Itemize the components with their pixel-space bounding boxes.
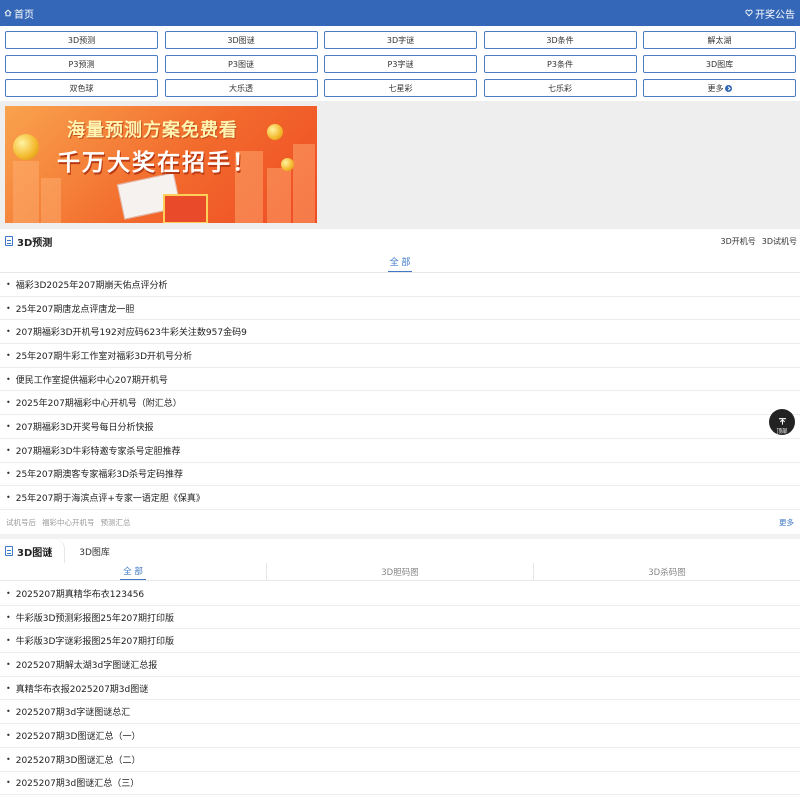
nav-3d-gallery-button[interactable]: 3D图库 — [643, 55, 796, 73]
subtab-all[interactable]: 全 部 — [120, 563, 146, 580]
nav-seven-star-button[interactable]: 七星彩 — [324, 79, 477, 97]
tab-3d-picture-puzzle[interactable]: 3D图谜 — [0, 539, 66, 563]
nav-seven-happy-button[interactable]: 七乐彩 — [483, 79, 637, 97]
nav-taihu-button[interactable]: 解太湖 — [643, 31, 796, 49]
document-icon — [5, 236, 13, 246]
header-links: 3D开机号 3D试机号 — [721, 236, 798, 247]
picture-puzzle-section-header: 3D图谜 3D图库 — [0, 539, 800, 563]
list-item[interactable]: 2025207期3D图谜汇总（二） — [0, 748, 800, 772]
document-icon — [5, 546, 13, 556]
more-link[interactable]: 更多 — [779, 517, 794, 528]
nav-3d-word-puzzle-button[interactable]: 3D字谜 — [324, 31, 477, 49]
list-item[interactable]: 便民工作室提供福彩中心207期开机号 — [0, 368, 800, 392]
arrow-right-circle-icon — [724, 84, 732, 92]
banner-area: 海量预测方案免费看 千万大奖在招手！ — [0, 101, 800, 229]
list-item[interactable]: 2025207期3d字谜图谜总汇 — [0, 700, 800, 725]
nav-more-button[interactable]: 更多 — [643, 79, 796, 97]
list-item[interactable]: 207期福彩3D开奖号每日分析快报 — [0, 415, 800, 439]
list-item[interactable]: 2025207期3d图谜汇总（三） — [0, 772, 800, 796]
picture-puzzle-subtabs: 全 部 3D胆码图 3D杀码图 — [0, 563, 800, 581]
list-item[interactable]: 25年207期澳客专家福彩3D杀号定码推荐 — [0, 463, 800, 487]
subtab-3d-gallbladder-code-chart[interactable]: 3D胆码图 — [378, 563, 421, 580]
promo-banner[interactable]: 海量预测方案免费看 千万大奖在招手！ — [5, 106, 317, 223]
subtab-3d-kill-code-chart[interactable]: 3D杀码图 — [645, 563, 688, 580]
building-shape — [41, 178, 61, 223]
list-item[interactable]: 2025年207期福彩中心开机号（附汇总） — [0, 391, 800, 416]
banner-slogan: 千万大奖在招手！ — [57, 150, 257, 176]
back-to-top-label: 顶部 — [776, 428, 788, 435]
list-item[interactable]: 2025207期真精华布衣123456 — [0, 582, 800, 606]
nav-3d-picture-puzzle-button[interactable]: 3D图谜 — [164, 31, 318, 49]
nav-p3-condition-button[interactable]: P3条件 — [483, 55, 637, 73]
building-shape — [267, 168, 291, 223]
3d-open-number-link[interactable]: 3D开机号 — [721, 236, 756, 247]
list-item[interactable]: 2025207期3D图谜汇总（一） — [0, 724, 800, 748]
tab-all[interactable]: 全 部 — [387, 252, 413, 272]
footer-link-group: 试机号后 福彩中心开机号 预测汇总 — [6, 517, 131, 528]
test-number-after-link[interactable]: 试机号后 — [6, 517, 36, 528]
nav-3d-condition-button[interactable]: 3D条件 — [483, 31, 637, 49]
list-item[interactable]: 真精华布衣报2025207期3d图谜 — [0, 677, 800, 701]
gold-coin-icon — [267, 124, 283, 140]
nav-super-lotto-button[interactable]: 大乐透 — [164, 79, 318, 97]
nav-3d-forecast-button[interactable]: 3D预测 — [5, 31, 158, 49]
picture-puzzle-list: 2025207期真精华布衣123456 牛彩版3D预测彩报图25年207期打印版… — [0, 582, 800, 796]
building-shape — [293, 144, 315, 223]
gift-box-icon — [163, 194, 208, 223]
home-label: 首页 — [14, 9, 34, 21]
list-item[interactable]: 2025207期解太湖3d字图谜汇总报 — [0, 653, 800, 677]
nav-p3-picture-puzzle-button[interactable]: P3图谜 — [164, 55, 318, 73]
forecast-footer: 试机号后 福彩中心开机号 预测汇总 更多 — [0, 512, 800, 532]
home-link[interactable]: 首页 — [4, 6, 34, 21]
heart-icon — [745, 9, 753, 17]
list-item[interactable]: 牛彩版3D字谜彩报图25年207期打印版 — [0, 629, 800, 654]
category-nav-grid: 3D预测 3D图谜 3D字谜 3D条件 解太湖 P3预测 P3图谜 P3字谜 P… — [5, 31, 796, 97]
3d-test-number-link[interactable]: 3D试机号 — [762, 236, 797, 247]
building-shape — [13, 161, 39, 223]
section-title: 3D预测 — [5, 234, 52, 249]
list-item[interactable]: 福彩3D2025年207期崩天佑点评分析 — [0, 273, 800, 297]
list-item[interactable]: 207期福彩3D开机号192对应码623牛彩关注数957金码9 — [0, 320, 800, 345]
forecast-section-header: 3D预测 3D开机号 3D试机号 — [0, 230, 800, 252]
nav-p3-word-puzzle-button[interactable]: P3字谜 — [324, 55, 477, 73]
notice-label: 开奖公告 — [755, 9, 795, 21]
lottery-notice-link[interactable]: 开奖公告 — [745, 6, 795, 21]
forecast-tabs: 全 部 — [0, 252, 800, 273]
list-item[interactable]: 25年207期牛彩工作室对福彩3D开机号分析 — [0, 344, 800, 368]
list-item[interactable]: 25年207期唐龙点评唐龙一胆 — [0, 297, 800, 321]
list-item[interactable]: 牛彩版3D预测彩报图25年207期打印版 — [0, 606, 800, 630]
tab-3d-gallery[interactable]: 3D图库 — [65, 539, 110, 563]
list-item[interactable]: 207期福彩3D牛彩特邀专家杀号定胆推荐 — [0, 439, 800, 463]
top-bar: 首页 开奖公告 — [0, 0, 800, 26]
nav-p3-forecast-button[interactable]: P3预测 — [5, 55, 158, 73]
back-to-top-button[interactable]: 顶部 — [769, 409, 795, 435]
nav-double-color-ball-button[interactable]: 双色球 — [5, 79, 158, 97]
list-item[interactable]: 25年207期于海滨点评+专家一语定胆《保真》 — [0, 486, 800, 510]
lottery-center-open-number-link[interactable]: 福彩中心开机号 — [42, 517, 95, 528]
forecast-list: 福彩3D2025年207期崩天佑点评分析 25年207期唐龙点评唐龙一胆 207… — [0, 273, 800, 510]
gold-coin-icon — [281, 158, 294, 171]
gold-coin-icon — [13, 134, 39, 160]
banner-headline: 海量预测方案免费看 — [67, 120, 238, 141]
arrow-up-icon — [778, 410, 787, 429]
home-icon — [4, 9, 12, 17]
forecast-summary-link[interactable]: 预测汇总 — [101, 517, 131, 528]
